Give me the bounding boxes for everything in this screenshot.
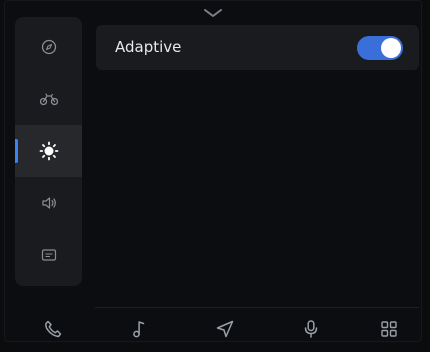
dock-divider xyxy=(95,307,419,308)
dock-apps-button[interactable] xyxy=(376,316,402,342)
sidebar-item-vehicle[interactable] xyxy=(15,73,82,125)
sidebar-item-compass[interactable] xyxy=(15,21,82,73)
vehicle-icon xyxy=(39,92,59,106)
sidebar-item-volume[interactable] xyxy=(15,177,82,229)
toggle-knob xyxy=(381,38,401,58)
navigation-arrow-icon xyxy=(215,319,235,339)
brightness-icon xyxy=(39,141,59,161)
dock-navigation-button[interactable] xyxy=(212,316,238,342)
chevron-down-icon xyxy=(204,9,222,17)
dock-voice-button[interactable] xyxy=(298,316,324,342)
adaptive-setting-row[interactable]: Adaptive xyxy=(96,25,419,70)
volume-icon xyxy=(41,196,57,210)
app-grid-icon xyxy=(380,320,398,338)
pull-down-handle[interactable] xyxy=(203,3,223,17)
bottom-dock xyxy=(0,312,430,346)
settings-sidebar xyxy=(15,17,82,286)
display-card-icon xyxy=(41,248,57,262)
music-note-icon xyxy=(131,319,147,339)
adaptive-toggle[interactable] xyxy=(357,36,403,60)
sidebar-item-brightness[interactable] xyxy=(15,125,82,177)
active-indicator xyxy=(15,139,18,163)
dock-music-button[interactable] xyxy=(126,316,152,342)
screen-frame: Adaptive xyxy=(4,0,422,342)
microphone-icon xyxy=(303,319,319,339)
dock-phone-button[interactable] xyxy=(40,316,66,342)
compass-icon xyxy=(41,39,57,55)
adaptive-label: Adaptive xyxy=(115,38,182,56)
phone-icon xyxy=(43,319,63,339)
sidebar-item-display[interactable] xyxy=(15,229,82,281)
